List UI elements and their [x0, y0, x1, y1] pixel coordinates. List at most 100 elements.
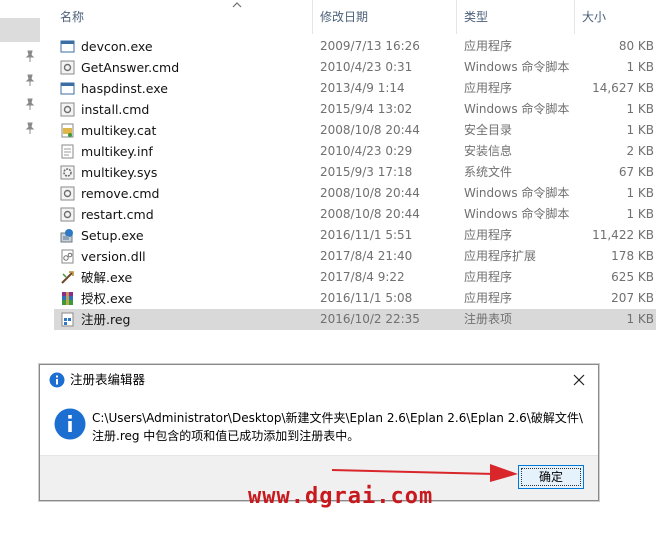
file-type: Windows 命令脚本 [464, 186, 570, 200]
crack-tool-icon [61, 271, 74, 284]
file-row[interactable]: Setup.exe 2016/11/1 5:51 应用程序 11,422 KB [54, 225, 656, 246]
ok-button[interactable]: 确定 [518, 465, 584, 489]
file-type: 应用程序 [464, 228, 513, 242]
file-row[interactable]: 破解.exe 2017/8/4 9:22 应用程序 625 KB [54, 267, 656, 288]
nav-selected-item[interactable] [0, 18, 40, 42]
file-type: 系统文件 [464, 165, 513, 179]
file-size: 1 KB [626, 102, 654, 116]
file-size: 207 KB [611, 291, 654, 305]
exe-window-icon [60, 40, 75, 53]
file-type: 应用程序扩展 [464, 249, 537, 263]
file-name: 破解.exe [81, 270, 133, 285]
pin-icon[interactable] [25, 50, 35, 62]
file-date: 2008/10/8 20:44 [320, 123, 420, 137]
column-header-bar: 名称 修改日期 类型 大小 [54, 0, 660, 34]
file-row-selected[interactable]: 注册.reg 2016/10/2 22:35 注册表项 1 KB [54, 309, 656, 330]
file-name: GetAnswer.cmd [81, 60, 180, 75]
file-name: multikey.inf [81, 144, 153, 159]
file-size: 80 KB [618, 39, 654, 53]
file-name: remove.cmd [81, 186, 160, 201]
file-size: 11,422 KB [592, 228, 654, 242]
file-row[interactable]: GetAnswer.cmd 2010/4/23 0:31 Windows 命令脚… [54, 57, 656, 78]
close-icon[interactable] [568, 369, 590, 391]
cmd-script-icon [60, 102, 75, 117]
file-date: 2016/11/1 5:08 [320, 291, 413, 305]
file-date: 2009/7/13 16:26 [320, 39, 420, 53]
file-row[interactable]: install.cmd 2015/9/4 13:02 Windows 命令脚本 … [54, 99, 656, 120]
file-date: 2015/9/3 17:18 [320, 165, 413, 179]
file-name: version.dll [81, 249, 146, 264]
column-divider[interactable] [574, 0, 575, 34]
file-size: 1 KB [626, 60, 654, 74]
file-type: 注册表项 [464, 312, 513, 326]
file-name: devcon.exe [81, 39, 153, 54]
file-size: 1 KB [626, 123, 654, 137]
file-row[interactable]: 授权.exe 2016/11/1 5:08 应用程序 207 KB [54, 288, 656, 309]
dialog-body: C:\Users\Administrator\Desktop\新建文件夹\Epl… [40, 395, 598, 455]
file-row[interactable]: multikey.cat 2008/10/8 20:44 安全目录 1 KB [54, 120, 656, 141]
file-date: 2008/10/8 20:44 [320, 207, 420, 221]
watermark-text: www.dgrai.com [248, 484, 434, 509]
file-name: install.cmd [81, 102, 150, 117]
file-row[interactable]: devcon.exe 2009/7/13 16:26 应用程序 80 KB [54, 36, 656, 57]
file-name: multikey.sys [81, 165, 158, 180]
file-type: 安装信息 [464, 144, 513, 158]
file-name: 注册.reg [81, 312, 131, 327]
file-name: haspdinst.exe [81, 81, 168, 96]
column-divider[interactable] [312, 0, 313, 34]
file-size: 1 KB [626, 312, 654, 326]
info-icon [49, 372, 65, 388]
file-size: 1 KB [626, 186, 654, 200]
security-catalog-icon [61, 123, 74, 138]
file-type: 应用程序 [464, 270, 513, 284]
file-size: 1 KB [626, 207, 654, 221]
file-date: 2015/9/4 13:02 [320, 102, 413, 116]
file-row[interactable]: restart.cmd 2008/10/8 20:44 Windows 命令脚本… [54, 204, 656, 225]
file-name: multikey.cat [81, 123, 157, 138]
file-row[interactable]: remove.cmd 2008/10/8 20:44 Windows 命令脚本 … [54, 183, 656, 204]
file-row[interactable]: haspdinst.exe 2013/4/9 1:14 应用程序 14,627 … [54, 78, 656, 99]
column-header-name[interactable]: 名称 [54, 0, 314, 34]
navigation-pane [0, 0, 42, 536]
column-divider[interactable] [456, 0, 457, 34]
column-header-date[interactable]: 修改日期 [314, 0, 456, 34]
setup-info-icon [61, 144, 74, 159]
file-row[interactable]: multikey.inf 2010/4/23 0:29 安装信息 2 KB [54, 141, 656, 162]
file-list: devcon.exe 2009/7/13 16:26 应用程序 80 KB Ge… [54, 36, 656, 330]
file-size: 67 KB [618, 165, 654, 179]
file-name: 授权.exe [81, 291, 133, 306]
file-row[interactable]: multikey.sys 2015/9/3 17:18 系统文件 67 KB [54, 162, 656, 183]
info-icon [54, 408, 86, 440]
dialog-title-bar[interactable]: 注册表编辑器 [40, 365, 598, 395]
file-name: Setup.exe [81, 228, 144, 243]
column-header-type[interactable]: 类型 [458, 0, 574, 34]
file-type: Windows 命令脚本 [464, 60, 570, 74]
setup-exe-icon [60, 229, 73, 243]
file-date: 2013/4/9 1:14 [320, 81, 405, 95]
file-size: 14,627 KB [592, 81, 654, 95]
cmd-script-icon [60, 186, 75, 201]
file-date: 2016/11/1 5:51 [320, 228, 413, 242]
file-type: 应用程序 [464, 39, 513, 53]
system-file-icon [60, 165, 75, 180]
file-type: Windows 命令脚本 [464, 102, 570, 116]
winrar-sfx-icon [62, 292, 73, 305]
file-type: Windows 命令脚本 [464, 207, 570, 221]
registry-file-icon [61, 312, 74, 327]
red-arrow-annotation [331, 464, 518, 482]
file-date: 2008/10/8 20:44 [320, 186, 420, 200]
pin-icon[interactable] [25, 122, 35, 134]
pin-icon[interactable] [25, 98, 35, 110]
cmd-script-icon [60, 207, 75, 222]
file-date: 2017/8/4 21:40 [320, 249, 413, 263]
dialog-message-line2: 注册.reg 中包含的项和值已成功添加到注册表中。 [92, 429, 360, 443]
file-date: 2010/4/23 0:29 [320, 144, 413, 158]
file-row[interactable]: version.dll 2017/8/4 21:40 应用程序扩展 178 KB [54, 246, 656, 267]
file-size: 2 KB [626, 144, 654, 158]
exe-window-icon [60, 82, 75, 95]
file-type: 应用程序 [464, 291, 513, 305]
dialog-message-line1: C:\Users\Administrator\Desktop\新建文件夹\Epl… [92, 411, 583, 425]
dll-file-icon [61, 249, 74, 264]
pin-icon[interactable] [25, 74, 35, 86]
column-header-size[interactable]: 大小 [576, 0, 660, 34]
